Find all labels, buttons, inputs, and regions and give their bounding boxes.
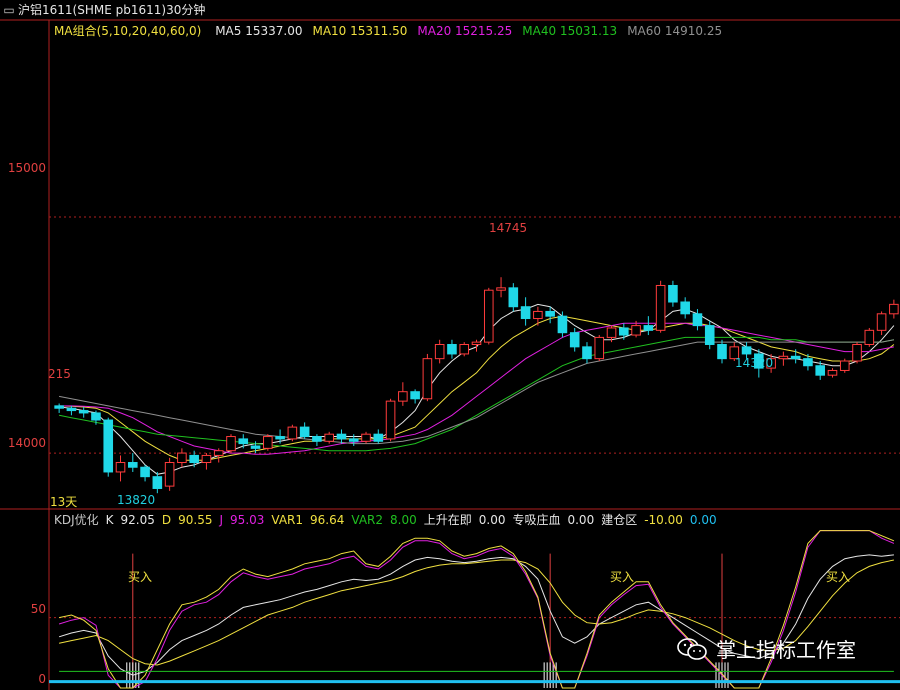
candle-body: [839, 360, 850, 371]
candle-body: [422, 358, 433, 400]
candle-body: [447, 343, 457, 355]
candle-body: [655, 284, 666, 331]
candle-body: [803, 358, 813, 367]
candle-body: [704, 325, 715, 345]
candle-body: [876, 313, 887, 331]
candle-body: [483, 289, 494, 343]
days-annotation: 13天: [50, 495, 78, 509]
candle-body: [373, 433, 384, 442]
candle-body: [471, 341, 482, 345]
candle-body: [643, 325, 654, 331]
watermark: 掌上指标工作室: [676, 634, 856, 663]
watermark-text: 掌上指标工作室: [716, 638, 856, 662]
candle-body: [680, 301, 690, 315]
candle-body: [140, 466, 150, 478]
candle-body: [177, 452, 187, 464]
kdj-line-var1: [58, 530, 895, 689]
ma-line-ma5: [59, 303, 895, 475]
candle-body: [827, 369, 838, 376]
candle-body: [336, 433, 347, 440]
candle-body: [226, 436, 236, 452]
candle-body: [299, 426, 310, 438]
candle-body: [545, 310, 555, 317]
candle-body: [287, 426, 298, 440]
local-low-annotation: 14320: [735, 356, 774, 370]
candle-body: [250, 445, 261, 449]
candle-body: [152, 476, 163, 489]
candle-body: [520, 306, 531, 320]
edge-price-annotation: 215: [48, 367, 71, 381]
buy-signal-3: 买入: [826, 570, 851, 584]
price-chart[interactable]: [0, 0, 900, 690]
candle-body: [717, 343, 727, 360]
candle-body: [582, 346, 592, 360]
ytick-15000: 15000: [7, 161, 46, 175]
candle-body: [312, 436, 322, 442]
candle-body: [496, 287, 506, 291]
candle-body: [459, 343, 470, 355]
candle-body: [889, 303, 899, 315]
high-annotation: 14745: [489, 221, 528, 235]
candle-body: [668, 284, 678, 303]
ytick-14000: 14000: [7, 436, 46, 450]
wechat-icon: [676, 637, 708, 661]
buy-signal-1: 买入: [128, 570, 153, 584]
candle-body: [864, 329, 875, 345]
candle-body: [398, 391, 408, 402]
candle-body: [569, 332, 580, 348]
candle-body: [434, 343, 445, 360]
candle-body: [164, 462, 175, 487]
kdj-ytick-0: 0: [38, 672, 46, 686]
ma-line-ma10: [59, 315, 895, 461]
candle-body: [508, 287, 519, 308]
low-annotation: 13820: [117, 493, 156, 507]
ma-line-ma40: [59, 336, 894, 452]
candle-body: [790, 355, 801, 360]
candle-body: [619, 327, 629, 336]
candle-body: [852, 343, 862, 362]
candle-body: [361, 433, 371, 442]
candle-body: [778, 355, 789, 360]
candle-body: [213, 450, 224, 456]
candle-body: [78, 410, 89, 414]
candle-body: [115, 462, 126, 473]
candle-body: [741, 346, 752, 355]
candle-body: [189, 454, 199, 464]
candle-body: [410, 391, 420, 400]
candle-body: [91, 412, 101, 421]
candle-body: [692, 313, 703, 327]
candle-body: [324, 433, 334, 442]
candle-body: [533, 310, 543, 320]
candle-body: [201, 454, 212, 464]
candle-body: [127, 462, 138, 468]
candle-body: [594, 336, 605, 360]
candle-body: [631, 325, 641, 336]
candle-body: [606, 327, 617, 338]
candle-body: [263, 436, 273, 449]
candle-body: [385, 400, 396, 440]
candle-body: [66, 407, 77, 412]
candle-body: [557, 315, 568, 334]
candle-body: [815, 365, 826, 376]
candle-body: [275, 436, 285, 440]
candle-body: [54, 405, 64, 409]
candle-body: [238, 438, 249, 445]
kdj-ytick-50: 50: [30, 602, 46, 616]
candle-body: [348, 438, 359, 442]
buy-signal-2: 买入: [610, 570, 635, 584]
candle-body: [103, 419, 114, 473]
